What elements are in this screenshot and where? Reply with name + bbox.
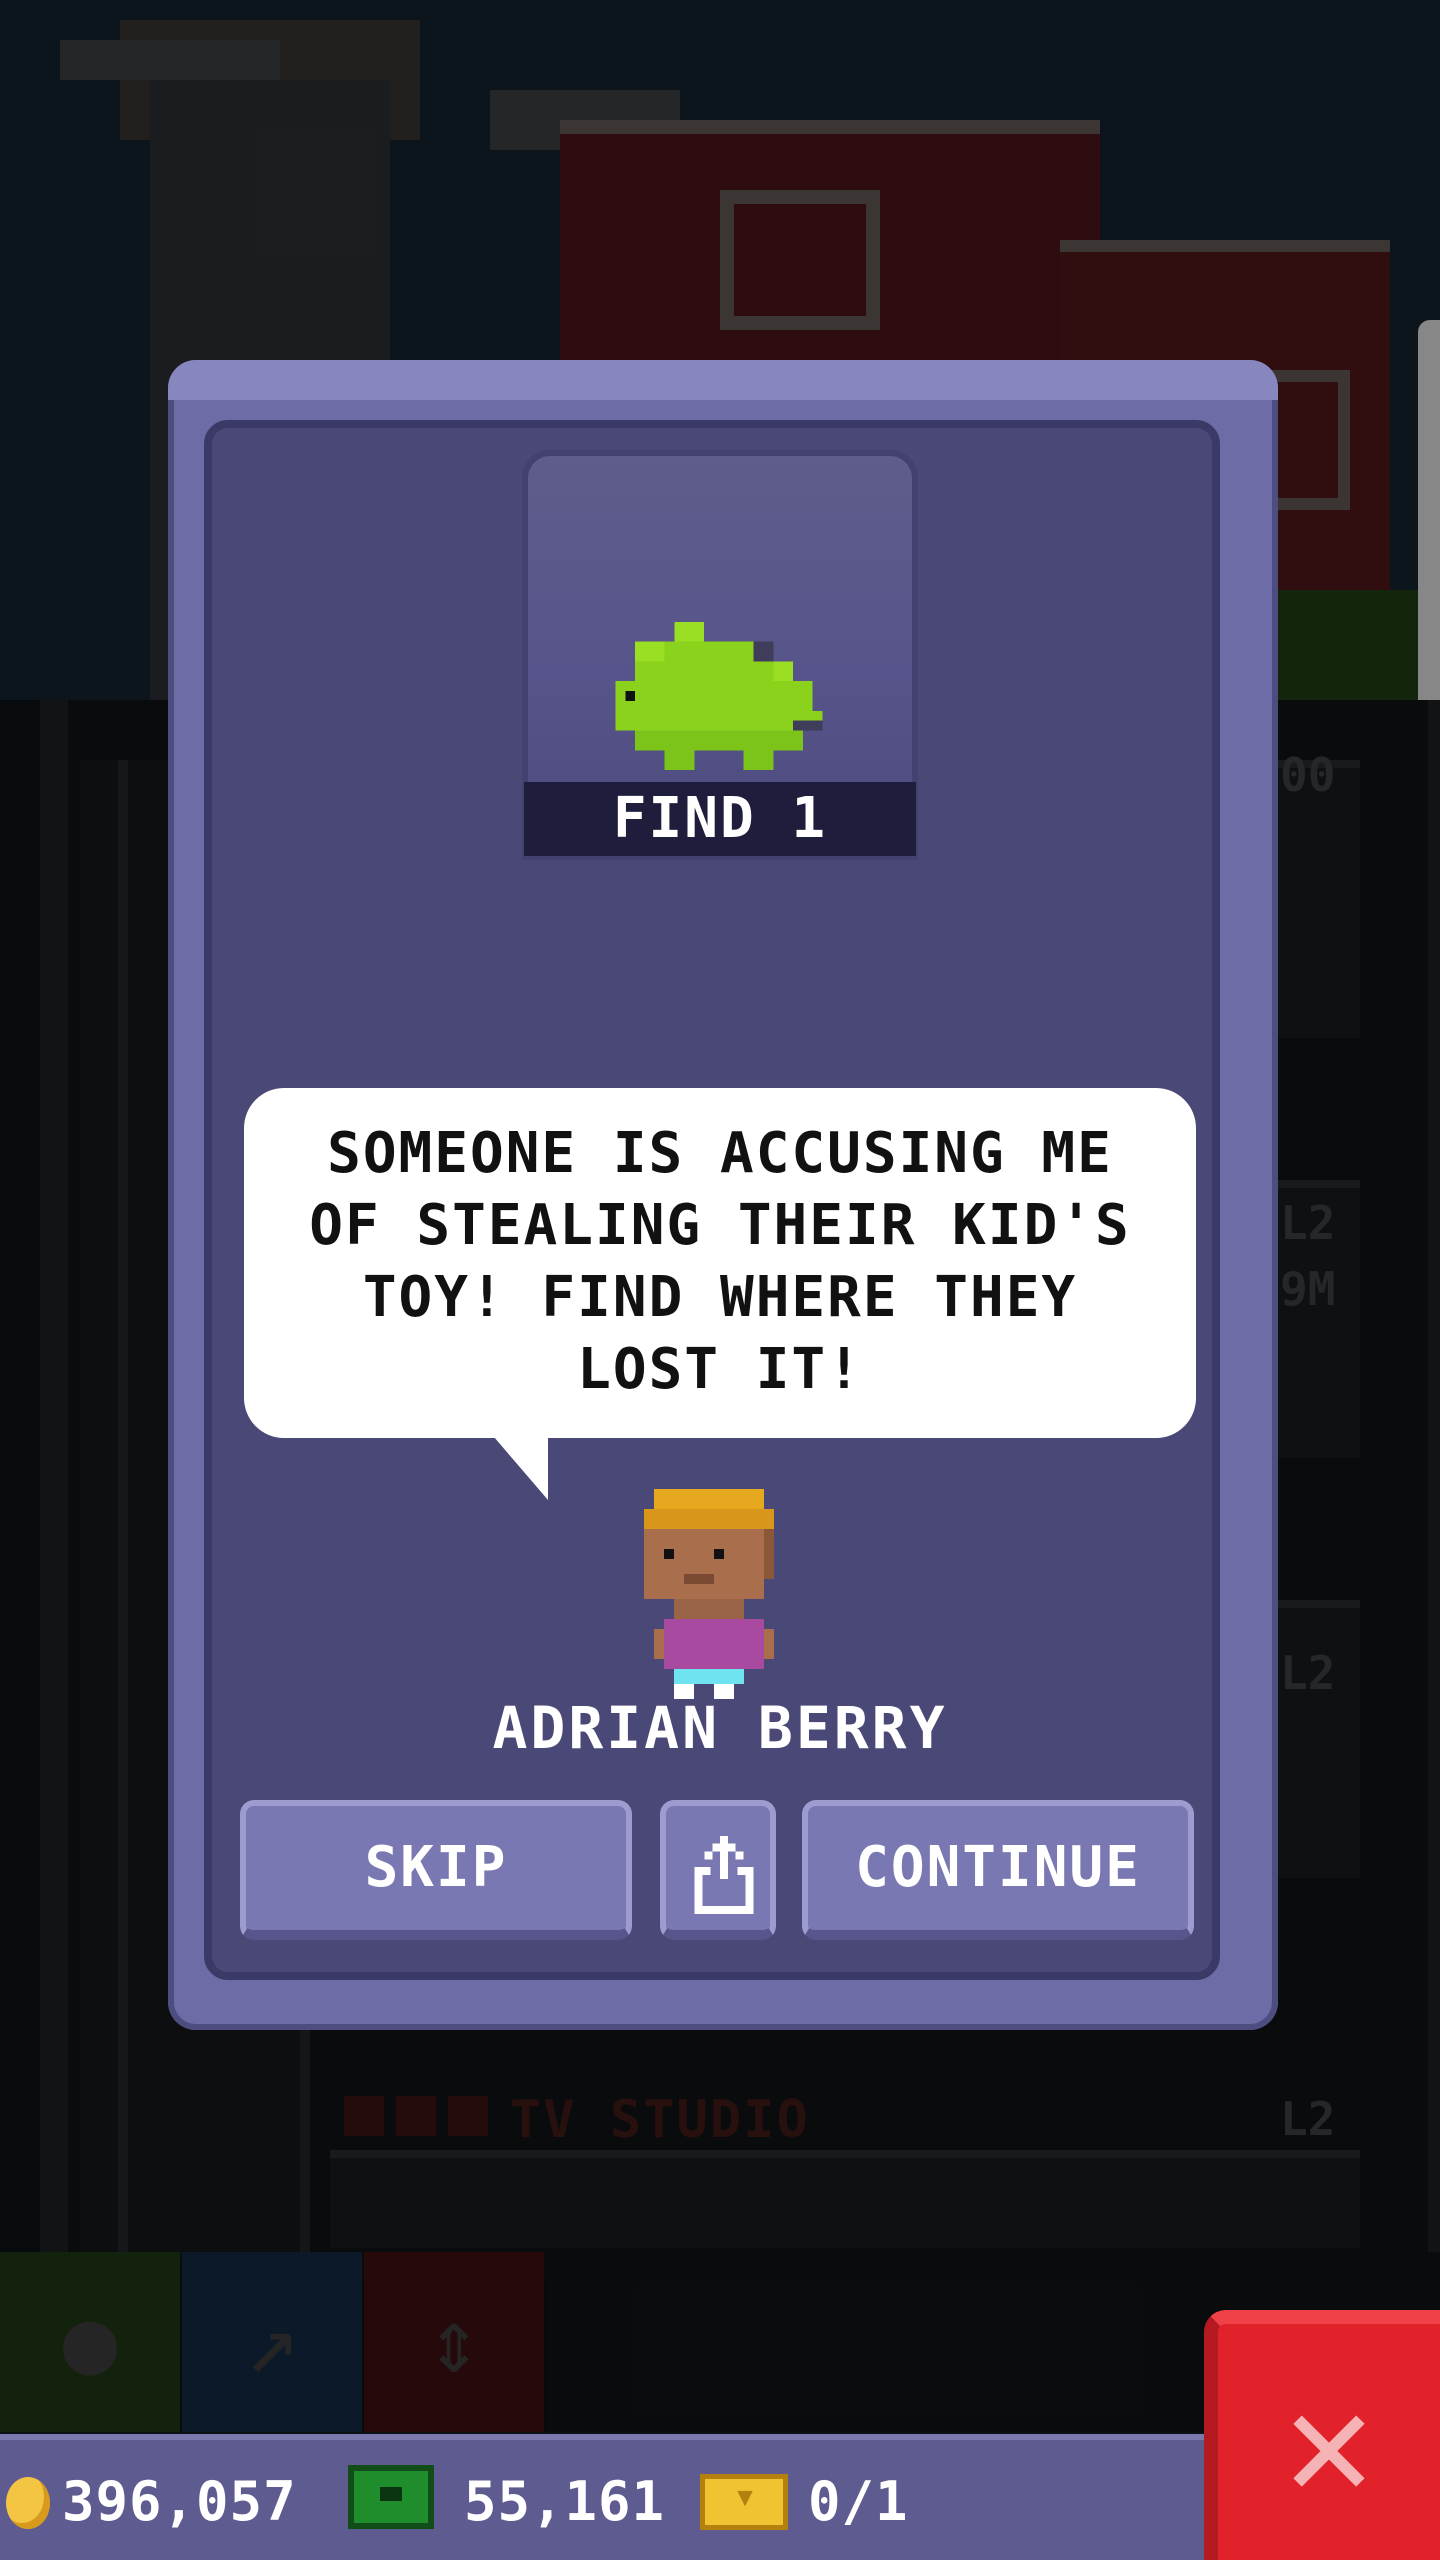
character-name: ADRIAN BERRY <box>492 1694 948 1762</box>
ticket-icon <box>700 2473 788 2530</box>
skip-label: SKIP <box>364 1835 508 1900</box>
tickets-count: 0/1 <box>808 2470 909 2533</box>
bux-count: 55,161 <box>464 2470 666 2533</box>
speech-text: SOMEONE IS ACCUSING ME OF STEALING THEIR… <box>309 1121 1131 1402</box>
coin-icon <box>6 2477 50 2529</box>
skip-button[interactable]: SKIP <box>240 1800 632 1940</box>
coins-count: 396,057 <box>62 2470 297 2533</box>
bux-icon <box>348 2465 434 2529</box>
dinosaur-toy-icon <box>615 622 823 770</box>
speech-bubble-tail <box>488 1430 548 1500</box>
continue-button[interactable]: CONTINUE <box>802 1800 1194 1940</box>
close-icon: ✕ <box>1283 2357 1375 2531</box>
share-button[interactable] <box>660 1800 776 1940</box>
share-icon <box>694 1835 754 1914</box>
dialog-top-border <box>168 360 1278 400</box>
continue-label: CONTINUE <box>855 1835 1141 1900</box>
character-avatar <box>644 1489 774 1699</box>
objective-label: FIND 1 <box>524 782 916 856</box>
close-button[interactable]: ✕ <box>1204 2310 1440 2560</box>
